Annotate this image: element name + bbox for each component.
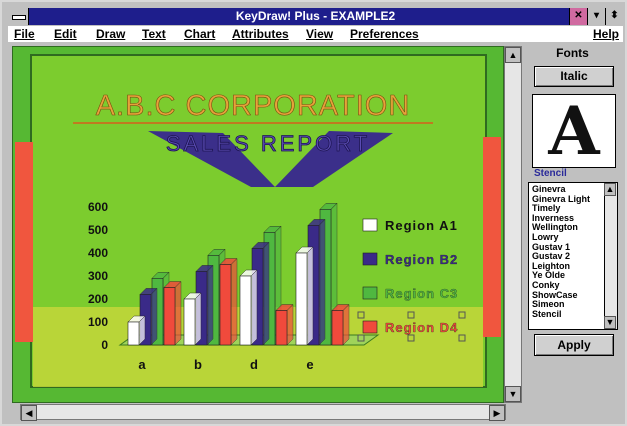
legend-swatch [362,252,378,266]
menu-bar: File Edit Draw Text Chart Attributes Vie… [8,26,623,42]
bar-side [342,303,350,346]
bar[interactable] [331,310,344,346]
menu-attributes[interactable]: Attributes [232,27,289,41]
font-list-scrollbar[interactable]: ▲ ▼ [604,183,617,329]
selected-font-label: Stencil [534,168,567,179]
fonts-panel: Fonts Italic A Stencil Ginevra Ginevra Li… [522,46,623,402]
bar-side [206,264,214,346]
legend-label[interactable]: Region D4 [385,320,458,335]
drawing-canvas[interactable]: A.B.C CORPORATION SALES REPORT 0 100 200 30… [12,46,504,403]
chart-svg: A.B.C CORPORATION SALES REPORT 0 100 200 30… [13,47,503,402]
bar[interactable] [295,252,308,346]
horizontal-scrollbar[interactable]: ◀ ▶ [20,404,506,421]
y-tick-label: 0 [101,338,108,352]
scroll-left-icon[interactable]: ◀ [21,405,37,421]
minimize-button[interactable]: ▾ [587,8,605,25]
menu-view[interactable]: View [306,27,333,41]
menu-edit[interactable]: Edit [54,27,77,41]
x-tick-label: a [138,357,146,372]
font-list-item[interactable]: Stencil [529,309,590,320]
scroll-up-icon[interactable]: ▲ [505,47,521,63]
legend-swatch [362,320,378,334]
legend-label[interactable]: Region A1 [385,218,458,233]
bar[interactable] [239,275,252,346]
maximize-button[interactable]: ⬍ [605,8,623,25]
bar-side [286,303,294,346]
scroll-down-icon[interactable]: ▼ [505,386,521,402]
x-tick-label: b [194,357,202,372]
bar-side [318,218,326,346]
chart-title[interactable]: A.B.C CORPORATION [95,90,411,123]
legend-swatch [362,218,378,232]
bar-side [262,241,270,346]
y-tick-label: 500 [88,223,108,237]
legend-label[interactable]: Region C3 [385,286,458,301]
bar[interactable] [163,287,176,346]
window-title: KeyDraw! Plus - EXAMPLE2 [235,9,396,23]
apply-button[interactable]: Apply [534,334,614,356]
menu-draw[interactable]: Draw [96,27,125,41]
x-tick-label: d [250,357,258,372]
vertical-scrollbar[interactable]: ▲ ▼ [504,46,522,403]
font-list[interactable]: Ginevra Ginevra Light Timely Inverness Welli… [528,182,618,330]
bar-side [306,246,314,346]
bar[interactable] [275,310,288,346]
bar-side [174,280,182,346]
fonts-panel-title: Fonts [556,46,589,60]
y-tick-label: 200 [88,292,108,306]
menu-help[interactable]: Help [593,27,619,41]
menu-chart[interactable]: Chart [184,27,215,41]
scroll-right-icon[interactable]: ▶ [489,405,505,421]
bar-side [250,269,258,346]
chart-subtitle[interactable]: SALES REPORT [165,131,370,157]
close-icon[interactable]: ✕ [569,8,587,25]
menu-preferences[interactable]: Preferences [350,27,419,41]
bar-side [194,292,202,346]
italic-button[interactable]: Italic [534,66,614,87]
legend-label[interactable]: Region B2 [385,252,458,267]
preview-glyph: A [548,92,600,170]
bar[interactable] [127,321,140,346]
bar[interactable] [183,298,196,346]
bar-side [230,257,238,346]
menu-file[interactable]: File [14,27,35,41]
bar-side [150,287,158,346]
x-tick-label: e [306,357,313,372]
font-preview: A [532,94,616,168]
title-bar: KeyDraw! Plus - EXAMPLE2 ✕ ▾ ⬍ [8,8,623,25]
y-tick-label: 600 [88,200,108,214]
y-tick-label: 100 [88,315,108,329]
y-tick-label: 300 [88,269,108,283]
menu-text[interactable]: Text [142,27,166,41]
font-list-up-icon[interactable]: ▲ [604,183,616,196]
bar[interactable] [219,264,232,346]
y-tick-label: 400 [88,246,108,260]
legend-swatch [362,286,378,300]
app-window: KeyDraw! Plus - EXAMPLE2 ✕ ▾ ⬍ File Edit… [0,0,627,426]
font-list-down-icon[interactable]: ▼ [604,316,616,329]
